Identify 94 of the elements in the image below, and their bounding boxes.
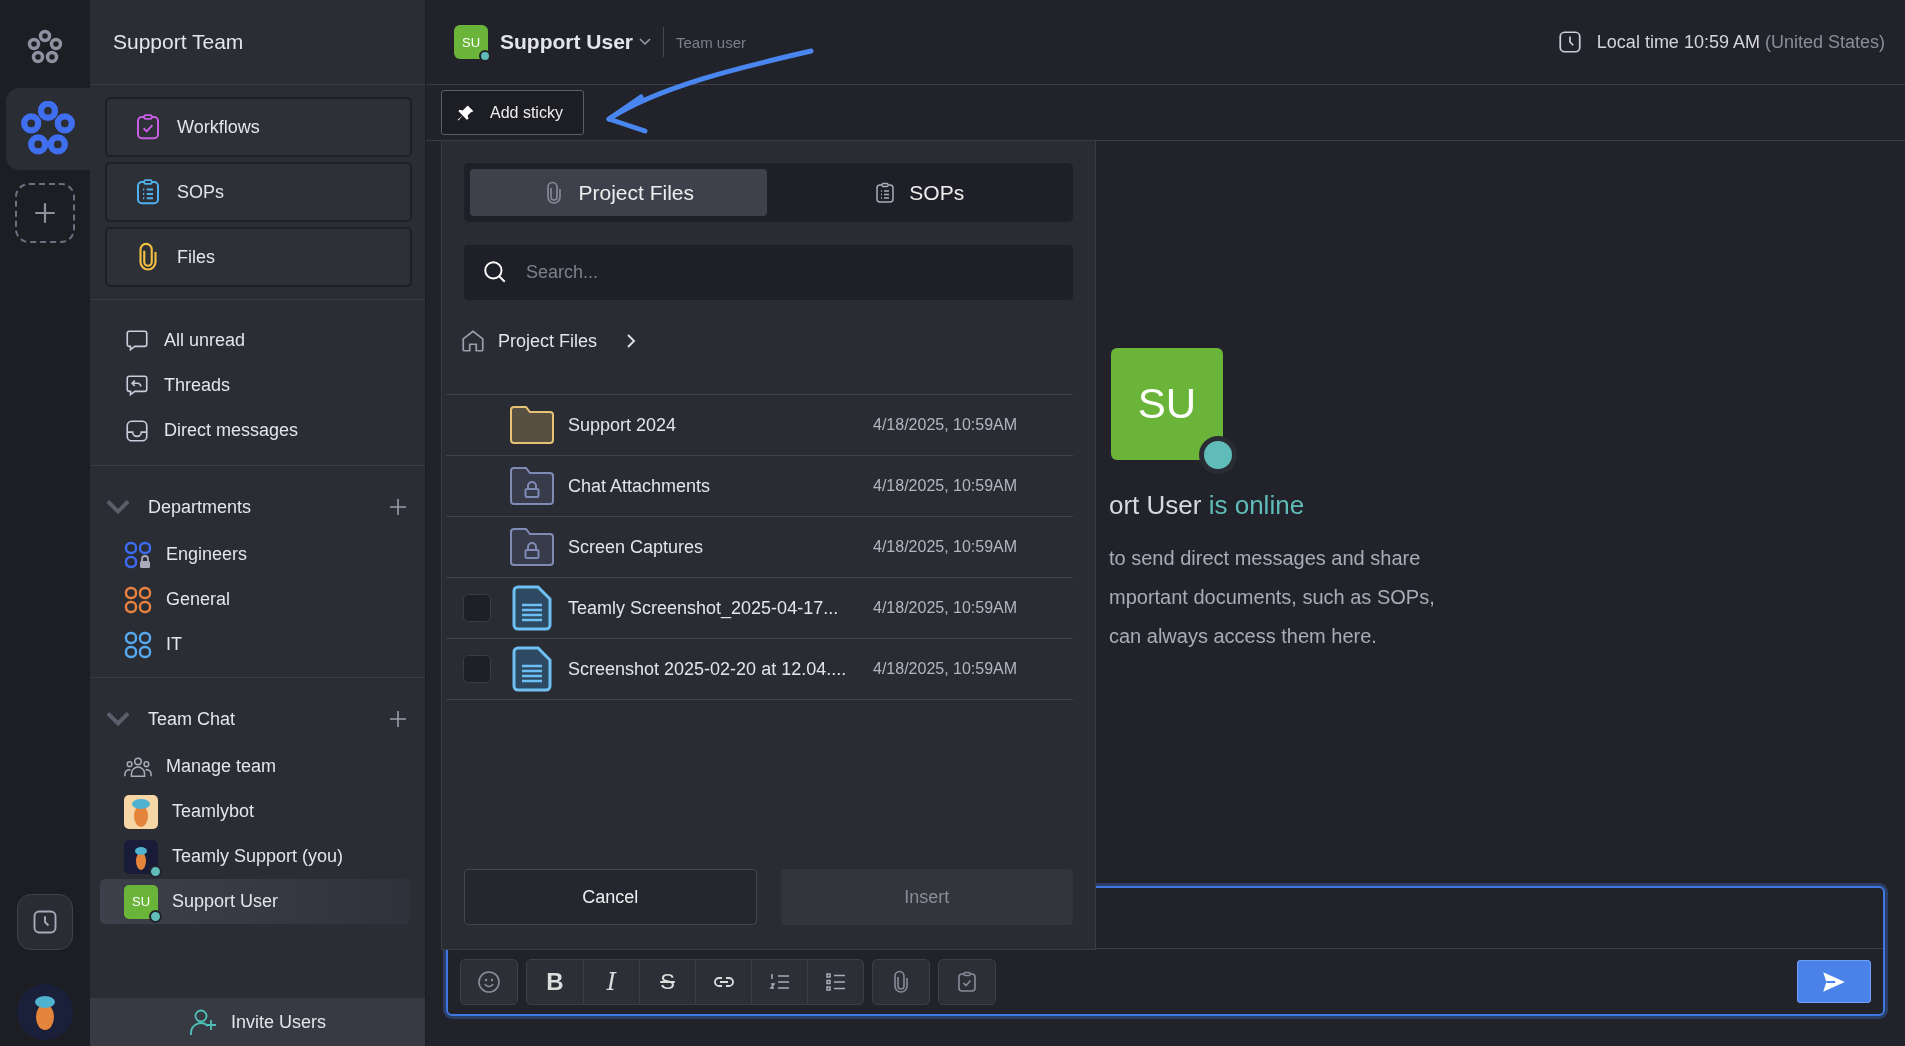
locked-folder-icon — [508, 465, 556, 507]
view-label: All unread — [164, 330, 246, 351]
search-field[interactable]: Search... — [464, 245, 1073, 300]
online-status: is online — [1208, 490, 1305, 520]
sidebar-item[interactable]: IT — [100, 622, 410, 667]
speech-bubble-icon — [124, 327, 150, 354]
contact-name: ort User — [1109, 490, 1202, 520]
file-name: Support 2024 — [568, 414, 678, 436]
add-icon[interactable] — [388, 709, 408, 729]
sidebar-item[interactable]: SU Support User — [100, 879, 410, 924]
workspace-logo-icon — [20, 101, 76, 157]
checkbox[interactable] — [463, 594, 491, 622]
home-icon[interactable] — [460, 328, 486, 354]
avatar-icon — [124, 839, 158, 874]
sidebar-item[interactable]: General — [100, 577, 410, 622]
clock-button[interactable] — [17, 894, 73, 950]
file-date: 4/18/2025, 10:59AM — [873, 538, 1018, 556]
strike-button[interactable]: S — [639, 959, 695, 1004]
file-name: Screenshot 2025-02-20 at 12.04.... — [568, 658, 848, 680]
file-row[interactable]: Screen Captures 4/18/2025, 10:59AM — [446, 517, 1073, 578]
locked-folder-icon — [508, 526, 556, 568]
view-label: Direct messages — [164, 420, 299, 441]
item-label: General — [166, 589, 231, 610]
plus-icon — [32, 200, 58, 226]
item-label: Support User — [172, 891, 279, 912]
add-workspace-button[interactable] — [15, 183, 75, 243]
breadcrumb-link[interactable]: Project Files — [498, 330, 598, 352]
view-item[interactable]: All unread — [100, 318, 410, 363]
folder-icon — [508, 404, 556, 446]
item-label: IT — [166, 634, 182, 655]
item-label: Manage team — [166, 756, 277, 777]
contact-role: Team user — [676, 33, 747, 51]
section-title[interactable]: Team Chat — [148, 708, 388, 730]
bold-button[interactable]: B — [527, 959, 583, 1004]
file-row[interactable]: Teamly Screenshot_2025-04-17... 4/18/2025, 10:59AM — [446, 578, 1073, 639]
invite-users-button[interactable]: Invite Users — [90, 998, 425, 1046]
caret-icon[interactable] — [639, 38, 651, 46]
file-date: 4/18/2025, 10:59AM — [873, 660, 1018, 678]
file-row[interactable]: Support 2024 4/18/2025, 10:59AM — [446, 395, 1073, 456]
description-line: can always access them here. — [1109, 624, 1378, 649]
file-name: Screen Captures — [568, 536, 705, 558]
initials-avatar: SU — [124, 884, 158, 919]
shortcut-label: SOPs — [177, 181, 224, 203]
checkbox[interactable] — [463, 655, 491, 683]
shortcut-label: Files — [177, 246, 215, 268]
contact-name[interactable]: Support User — [500, 30, 633, 54]
avatar-icon — [124, 794, 158, 829]
clock-icon — [31, 908, 59, 936]
add-user-icon — [189, 1008, 219, 1036]
chevron-icon[interactable] — [104, 710, 132, 728]
file-date: 4/18/2025, 10:59AM — [873, 599, 1018, 617]
sidebar-item[interactable]: Engineers — [100, 532, 410, 577]
item-label: Engineers — [166, 544, 248, 565]
picker-tab[interactable]: SOPs — [770, 169, 1067, 216]
file-date: 4/18/2025, 10:59AM — [873, 416, 1018, 434]
reply-bubble-icon — [124, 372, 150, 399]
section-title[interactable]: Departments — [148, 496, 388, 518]
view-item[interactable]: Threads — [100, 363, 410, 408]
italic-button[interactable]: I — [583, 959, 639, 1004]
view-item[interactable]: Direct messages — [100, 408, 410, 453]
file-name: Chat Attachments — [568, 475, 712, 497]
description-line: to send direct messages and share — [1109, 546, 1422, 571]
workspace-tile[interactable] — [6, 88, 90, 170]
file-row[interactable]: Chat Attachments 4/18/2025, 10:59AM — [446, 456, 1073, 517]
description-line: mportant documents, such as SOPs, — [1109, 585, 1436, 610]
inbox-icon — [124, 417, 150, 444]
emoji-icon — [477, 969, 501, 994]
clock-icon — [1556, 29, 1583, 55]
file-row[interactable]: Screenshot 2025-02-20 at 12.04.... 4/18/2025, 10:59AM — [446, 639, 1073, 700]
chevron-icon[interactable] — [104, 498, 132, 516]
sidebar-item[interactable]: Teamlybot — [100, 789, 410, 834]
team-title: Support Team — [90, 0, 425, 85]
view-label: Threads — [164, 375, 231, 396]
sidebar-item[interactable]: Manage team — [100, 744, 410, 789]
user-avatar-icon[interactable] — [17, 984, 73, 1040]
sidebar-item[interactable]: Teamly Support (you) — [100, 834, 410, 879]
file-name: Teamly Screenshot_2025-04-17... — [568, 597, 840, 619]
clipboard-check-icon — [955, 969, 979, 994]
local-time: Local time 10:59 AM (United States) — [1596, 31, 1885, 53]
initials-avatar: SU — [1111, 348, 1223, 460]
shortcut-card[interactable]: Files — [105, 227, 412, 287]
send-button[interactable] — [1797, 960, 1871, 1003]
shortcut-label: Workflows — [177, 116, 260, 138]
item-label: Teamlybot — [172, 801, 255, 822]
cancel-button[interactable]: Cancel — [464, 869, 757, 925]
add-sticky-button[interactable]: Add sticky — [441, 90, 584, 135]
item-label: Teamly Support (you) — [172, 846, 344, 867]
shortcut-card[interactable]: SOPs — [105, 162, 412, 222]
picker-tab[interactable]: Project Files — [470, 169, 767, 216]
chevron-right-icon — [625, 333, 638, 349]
initials-avatar: SU — [454, 25, 488, 59]
shortcut-card[interactable]: Workflows — [105, 97, 412, 157]
file-date: 4/18/2025, 10:59AM — [873, 477, 1018, 495]
add-icon[interactable] — [388, 497, 408, 517]
